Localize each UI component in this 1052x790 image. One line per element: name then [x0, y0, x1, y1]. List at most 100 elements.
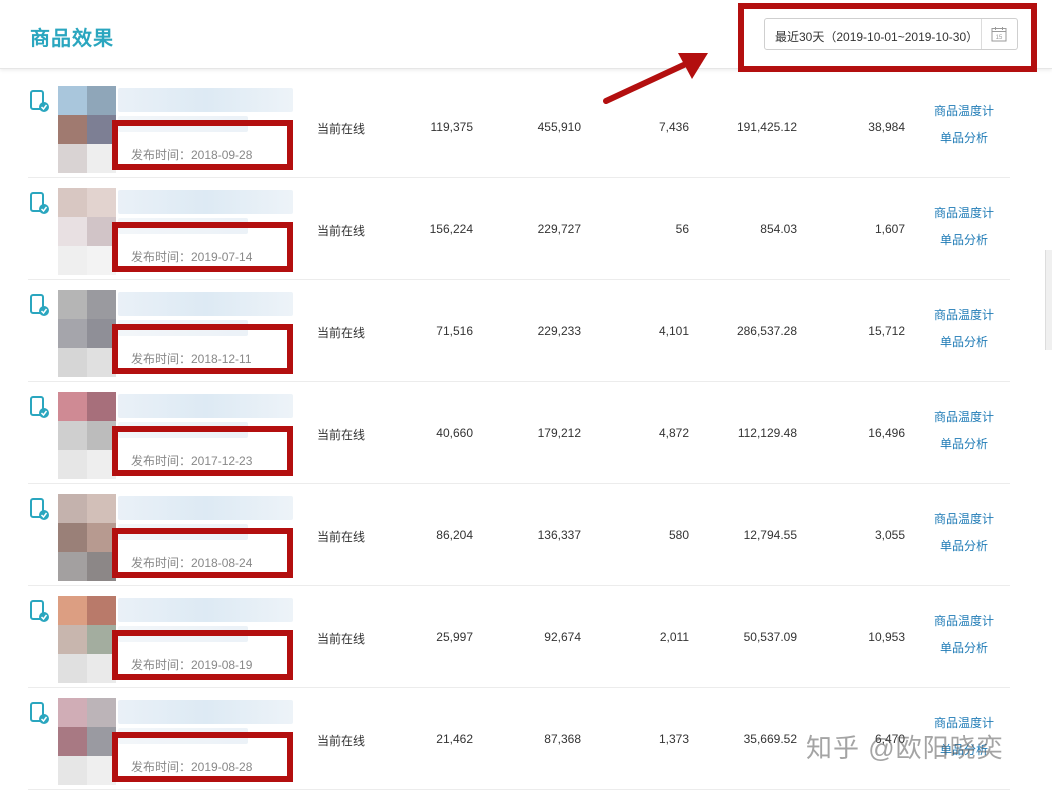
thumbnail-pixel — [58, 188, 87, 217]
metric-5: 10,953 — [868, 630, 905, 644]
thumbnail-pixel — [58, 727, 87, 756]
metric-5: 15,712 — [868, 324, 905, 338]
product-thumbnail[interactable] — [58, 392, 116, 479]
metric-5: 1,607 — [874, 222, 905, 236]
product-title-blurred — [118, 190, 293, 214]
page-title: 商品效果 — [30, 28, 114, 50]
metric-3: 580 — [668, 528, 689, 542]
mobile-device-icon — [30, 702, 49, 724]
date-highlight-box — [738, 3, 1037, 72]
product-title-blurred — [118, 598, 293, 622]
metric-5: 38,984 — [868, 120, 905, 134]
product-thumbnail[interactable] — [58, 596, 116, 683]
metric-4: 191,425.12 — [736, 120, 797, 134]
product-title-blurred — [118, 292, 293, 316]
single-product-analysis-link[interactable]: 单品分析 — [940, 537, 988, 554]
product-thumbnail[interactable] — [58, 188, 116, 275]
scrollbar[interactable] — [1045, 250, 1052, 350]
metric-2: 136,337 — [537, 528, 581, 542]
publish-date: 发布时间：2018-09-28 — [131, 148, 253, 162]
single-product-analysis-link[interactable]: 单品分析 — [940, 129, 988, 146]
metric-4: 35,669.52 — [743, 732, 797, 746]
metric-3: 4,872 — [658, 426, 689, 440]
product-thumbnail[interactable] — [58, 698, 116, 785]
metric-5: 3,055 — [874, 528, 905, 542]
thumbnail-pixel — [58, 523, 87, 552]
status-text: 当前在线 — [317, 530, 366, 544]
product-thermometer-link[interactable]: 商品温度计 — [934, 510, 994, 527]
metric-3: 1,373 — [658, 732, 689, 746]
thumbnail-pixel — [58, 625, 87, 654]
single-product-analysis-link[interactable]: 单品分析 — [940, 231, 988, 248]
thumbnail-pixel — [58, 246, 87, 275]
metric-1: 156,224 — [429, 222, 473, 236]
mobile-device-icon — [30, 396, 49, 418]
table-row: 发布时间：2017-12-23 当前在线 40,660 179,212 4,87… — [0, 382, 1052, 484]
metric-1: 119,375 — [430, 120, 474, 134]
metric-1: 71,516 — [436, 324, 473, 338]
metric-4: 12,794.55 — [743, 528, 797, 542]
product-thermometer-link[interactable]: 商品温度计 — [934, 204, 994, 221]
thumbnail-pixel — [58, 494, 87, 523]
publish-date: 发布时间：2019-08-28 — [131, 760, 253, 774]
thumbnail-pixel — [58, 596, 87, 625]
thumbnail-pixel — [58, 698, 87, 727]
thumbnail-pixel — [58, 654, 87, 683]
status-text: 当前在线 — [317, 122, 366, 136]
thumbnail-pixel — [87, 392, 116, 421]
product-thermometer-link[interactable]: 商品温度计 — [934, 102, 994, 119]
thumbnail-pixel — [87, 596, 116, 625]
table-row: 发布时间：2018-08-24 当前在线 86,204 136,337 580 … — [0, 484, 1052, 586]
metric-3: 2,011 — [659, 630, 689, 644]
table-row: 发布时间：2019-08-19 当前在线 25,997 92,674 2,011… — [0, 586, 1052, 688]
status-text: 当前在线 — [317, 734, 366, 748]
metric-2: 229,233 — [537, 324, 581, 338]
status-text: 当前在线 — [317, 632, 366, 646]
metric-4: 286,537.28 — [736, 324, 797, 338]
table-row: 发布时间：2018-09-28 当前在线 119,375 455,910 7,4… — [0, 76, 1052, 178]
product-thermometer-link[interactable]: 商品温度计 — [934, 408, 994, 425]
thumbnail-pixel — [58, 290, 87, 319]
metric-3: 56 — [675, 222, 689, 236]
thumbnail-pixel — [58, 86, 87, 115]
single-product-analysis-link[interactable]: 单品分析 — [940, 333, 988, 350]
metric-2: 87,368 — [544, 732, 581, 746]
single-product-analysis-link[interactable]: 单品分析 — [940, 435, 988, 452]
mobile-device-icon — [30, 600, 49, 622]
product-thumbnail[interactable] — [58, 494, 116, 581]
thumbnail-pixel — [58, 217, 87, 246]
thumbnail-pixel — [58, 348, 87, 377]
publish-date: 发布时间：2019-07-14 — [131, 250, 253, 264]
mobile-device-icon — [30, 90, 49, 112]
product-title-blurred — [118, 700, 293, 724]
metric-3: 4,101 — [658, 324, 689, 338]
watermark: 知乎 @欧阳晓奕 — [806, 733, 1004, 763]
mobile-device-icon — [30, 294, 49, 316]
thumbnail-pixel — [87, 188, 116, 217]
thumbnail-pixel — [58, 144, 87, 173]
metric-4: 112,129.48 — [737, 426, 797, 440]
mobile-device-icon — [30, 498, 49, 520]
single-product-analysis-link[interactable]: 单品分析 — [940, 639, 988, 656]
thumbnail-pixel — [58, 319, 87, 348]
product-thumbnail[interactable] — [58, 86, 116, 173]
metric-1: 25,997 — [436, 630, 473, 644]
thumbnail-pixel — [87, 86, 116, 115]
thumbnail-pixel — [58, 392, 87, 421]
table-row: 发布时间：2018-12-11 当前在线 71,516 229,233 4,10… — [0, 280, 1052, 382]
thumbnail-pixel — [87, 290, 116, 319]
publish-date: 发布时间：2018-08-24 — [131, 556, 253, 570]
metric-1: 21,462 — [436, 732, 473, 746]
publish-date: 发布时间：2019-08-19 — [131, 658, 253, 672]
product-thermometer-link[interactable]: 商品温度计 — [934, 306, 994, 323]
metric-2: 229,727 — [537, 222, 581, 236]
product-thermometer-link[interactable]: 商品温度计 — [934, 612, 994, 629]
table-row: 发布时间：2019-07-14 当前在线 156,224 229,727 56 … — [0, 178, 1052, 280]
product-title-blurred — [118, 496, 293, 520]
status-text: 当前在线 — [317, 428, 366, 442]
metric-5: 16,496 — [868, 426, 905, 440]
product-list: 发布时间：2018-09-28 当前在线 119,375 455,910 7,4… — [0, 76, 1052, 790]
thumbnail-pixel — [58, 115, 87, 144]
status-text: 当前在线 — [317, 326, 366, 340]
product-thumbnail[interactable] — [58, 290, 116, 377]
